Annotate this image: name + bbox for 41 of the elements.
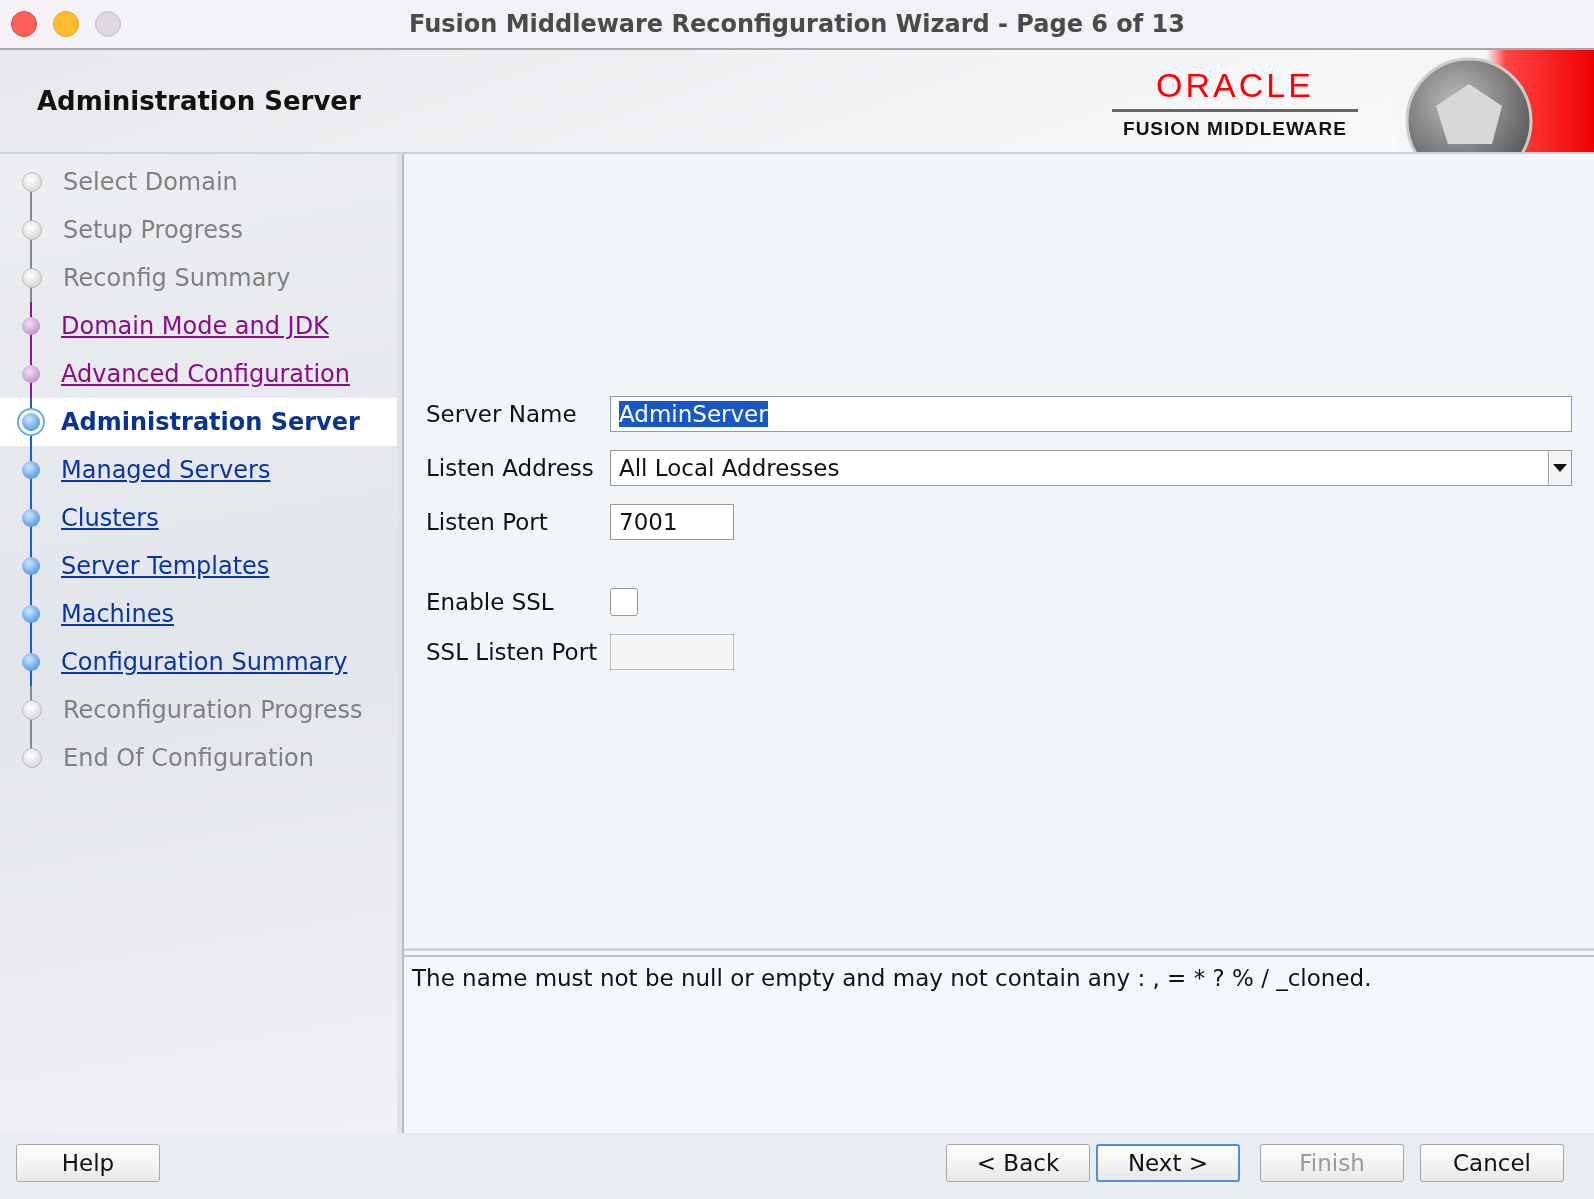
step-dot-icon (22, 220, 42, 240)
page-title: Administration Server (37, 86, 362, 116)
close-icon[interactable] (11, 11, 37, 37)
step-dot-icon (22, 317, 40, 335)
dropdown-field[interactable]: All Local Addresses (610, 450, 1572, 486)
field-label: Listen Address (426, 455, 595, 481)
step-item[interactable]: Domain Mode and JDK (0, 302, 397, 350)
input-field[interactable]: AdminServer (610, 396, 1572, 432)
checkbox[interactable] (610, 588, 638, 616)
step-dot-icon (22, 461, 40, 479)
step-item[interactable]: Administration Server (0, 398, 397, 446)
window-title: Fusion Middleware Reconfiguration Wizard - Page 6 of 13 (408, 10, 1186, 38)
wizard-button[interactable]: Next > (1096, 1144, 1240, 1182)
step-dot-icon (22, 365, 40, 383)
product-name: FUSION MIDDLEWARE (1122, 116, 1348, 140)
field-label: Enable SSL (426, 589, 555, 615)
minimize-icon[interactable] (53, 11, 79, 37)
step-dot-icon (22, 557, 40, 575)
step-dot-icon (22, 653, 40, 671)
step-item[interactable]: Clusters (0, 494, 397, 542)
step-item[interactable]: Machines (0, 590, 397, 638)
field-label: Listen Port (426, 509, 549, 535)
step-dot-icon (22, 605, 40, 623)
field-label: SSL Listen Port (426, 639, 599, 665)
step-item[interactable]: Managed Servers (0, 446, 397, 494)
brand-logo-text: ORACLE (1112, 62, 1358, 112)
step-item[interactable]: Server Templates (0, 542, 397, 590)
field-label: Server Name (426, 401, 578, 427)
wizard-button[interactable]: < Back (946, 1144, 1090, 1182)
step-dot-icon (22, 509, 40, 527)
zoom-icon[interactable] (95, 11, 121, 37)
wizard-button[interactable]: Cancel (1420, 1144, 1564, 1182)
step-dot-icon (22, 700, 42, 720)
message-text: The name must not be null or empty and may not contain any : , = * ? % / _cloned. (412, 965, 1372, 991)
step-dot-icon (22, 172, 42, 192)
help-button[interactable]: Help (16, 1144, 160, 1182)
step-dot-icon (22, 268, 42, 288)
step-item[interactable]: Advanced Configuration (0, 350, 397, 398)
input-field[interactable]: 7001 (610, 504, 734, 540)
step-item[interactable]: Configuration Summary (0, 638, 397, 686)
step-dot-icon (22, 748, 42, 768)
